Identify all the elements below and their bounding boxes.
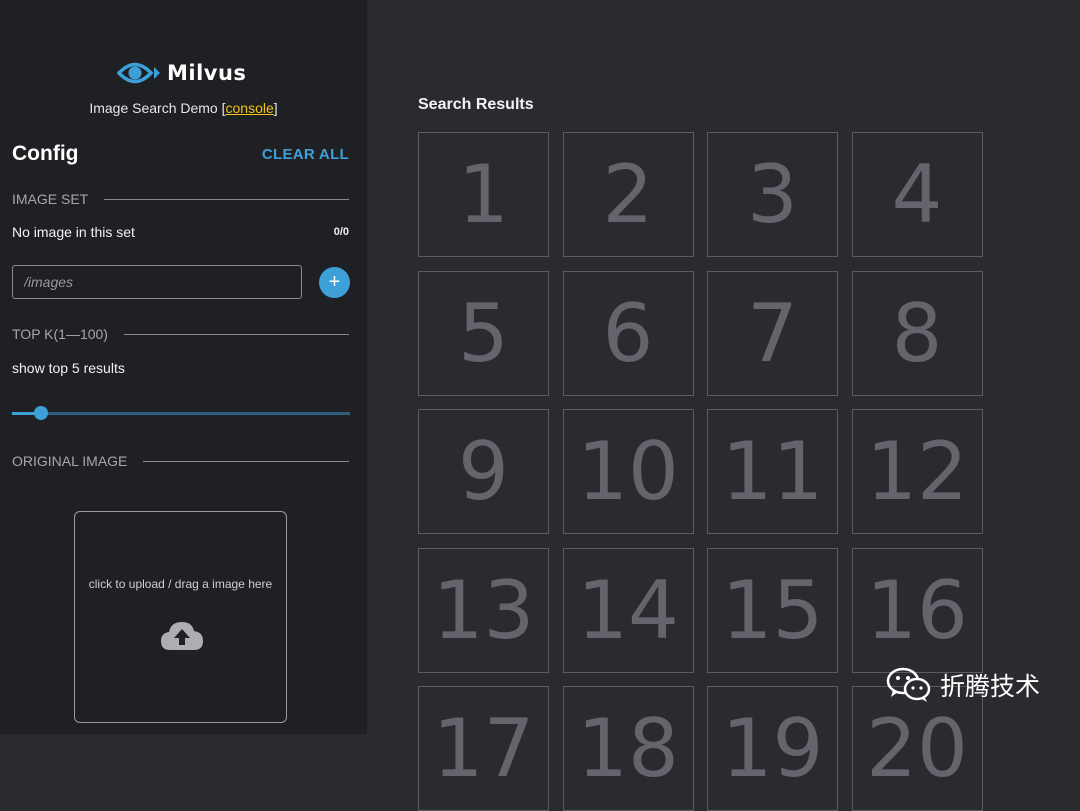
add-image-set-button[interactable]: + bbox=[319, 267, 350, 298]
top-k-summary: show top 5 results bbox=[12, 360, 125, 376]
watermark-text: 折腾技术 bbox=[940, 672, 1041, 701]
result-tile[interactable]: 6 bbox=[562, 270, 694, 396]
result-tile[interactable]: 16 bbox=[851, 547, 983, 673]
result-tile[interactable]: 18 bbox=[562, 686, 694, 811]
config-sidebar: Milvus Image Search Demo [console] Confi… bbox=[0, 0, 367, 734]
eye-icon bbox=[117, 62, 160, 84]
result-tile[interactable]: 12 bbox=[851, 409, 983, 534]
subtitle-text: Image Search Demo [ bbox=[89, 100, 226, 116]
result-tile[interactable]: 7 bbox=[707, 270, 838, 396]
image-path-input[interactable] bbox=[12, 265, 302, 299]
result-tile[interactable]: 14 bbox=[562, 547, 694, 673]
divider bbox=[123, 333, 349, 335]
result-tile[interactable]: 17 bbox=[418, 686, 549, 811]
image-upload-dropzone[interactable]: click to upload / drag a image here bbox=[74, 511, 287, 723]
image-set-label: IMAGE SET bbox=[12, 191, 89, 207]
result-tile[interactable]: 10 bbox=[562, 409, 694, 534]
top-k-label: TOP K(1—100) bbox=[12, 326, 108, 342]
image-set-section: IMAGE SET bbox=[12, 191, 349, 207]
original-image-section: ORIGINAL IMAGE bbox=[12, 453, 349, 469]
result-tile[interactable]: 2 bbox=[562, 132, 694, 257]
clear-all-button[interactable]: CLEAR ALL bbox=[262, 146, 349, 163]
upload-hint: click to upload / drag a image here bbox=[88, 577, 273, 591]
top-k-slider[interactable] bbox=[12, 406, 350, 420]
image-set-status: No image in this set bbox=[12, 224, 135, 240]
result-tile[interactable]: 11 bbox=[707, 409, 838, 534]
top-k-section: TOP K(1—100) bbox=[12, 326, 349, 342]
result-tile[interactable]: 4 bbox=[851, 132, 983, 257]
slider-thumb[interactable] bbox=[34, 406, 48, 420]
result-tile[interactable]: 15 bbox=[707, 547, 838, 673]
result-tile[interactable]: 20 bbox=[851, 686, 983, 811]
original-image-label: ORIGINAL IMAGE bbox=[12, 453, 128, 469]
divider bbox=[104, 198, 349, 200]
result-tile[interactable]: 1 bbox=[418, 132, 549, 257]
image-count: 0/0 bbox=[333, 226, 349, 238]
search-results-title: Search Results bbox=[418, 96, 534, 113]
result-tile[interactable]: 9 bbox=[418, 409, 549, 534]
app-subtitle: Image Search Demo [console] bbox=[0, 100, 367, 116]
result-tile[interactable]: 19 bbox=[707, 686, 838, 811]
cloud-upload-icon bbox=[161, 622, 203, 650]
plus-icon: + bbox=[328, 271, 341, 293]
result-tile[interactable]: 5 bbox=[418, 270, 549, 396]
console-link[interactable]: console bbox=[226, 100, 274, 116]
result-tile[interactable]: 3 bbox=[707, 132, 838, 257]
divider bbox=[143, 460, 349, 462]
brand-name: Milvus bbox=[167, 61, 247, 85]
subtitle-bracket: ] bbox=[273, 100, 278, 116]
wechat-watermark: 折腾技术 bbox=[886, 667, 1040, 703]
milvus-logo: Milvus bbox=[117, 58, 246, 88]
wechat-icon bbox=[886, 667, 931, 702]
result-tile[interactable]: 13 bbox=[418, 547, 549, 673]
result-tile[interactable]: 8 bbox=[851, 270, 983, 396]
config-title: Config bbox=[12, 142, 79, 165]
